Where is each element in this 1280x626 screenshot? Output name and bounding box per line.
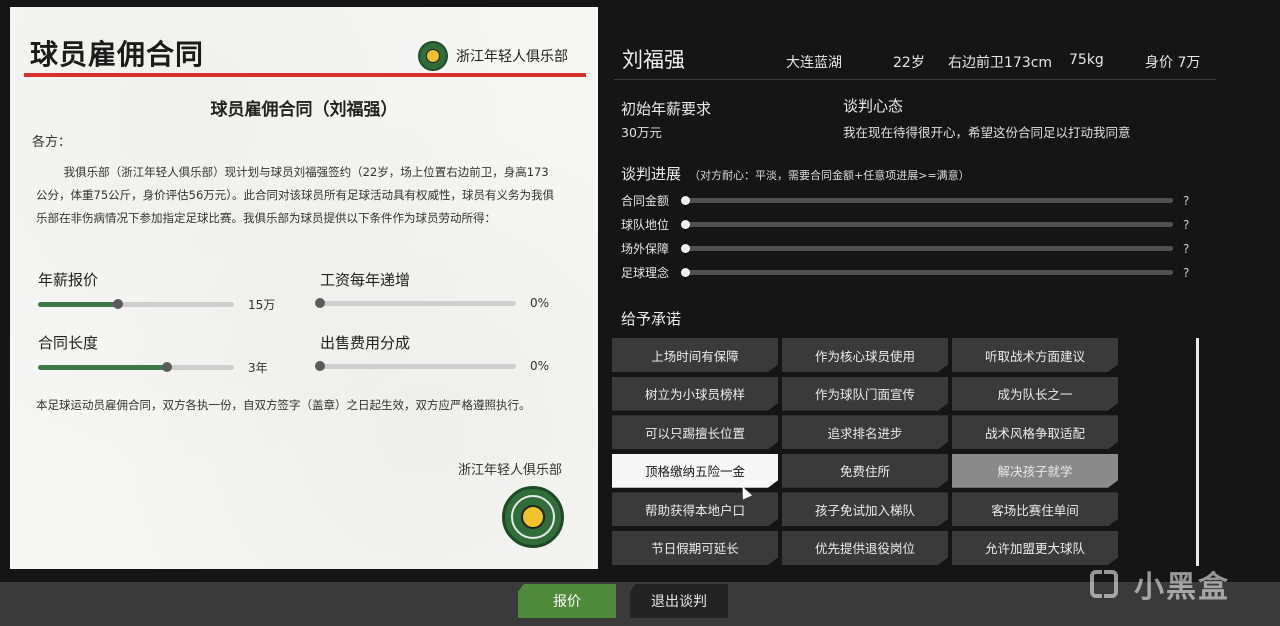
progress-unknown-mark: ? [1183,265,1190,280]
contract-heading: 球员雇佣合同（刘福强） [210,100,398,120]
promise-button[interactable]: 追求排名进步 [782,415,948,450]
progress-row-philosophy: 足球理念 ? [621,264,1189,281]
promise-button[interactable]: 战术风格争取适配 [952,415,1118,450]
promise-button[interactable]: 树立为小球员榜样 [612,376,778,411]
slider-label: 工资每年递增 [320,271,411,289]
contract-club-name: 浙江年轻人俱乐部 [456,49,568,65]
progress-item-label: 场外保障 [621,242,670,256]
slider-thumb[interactable] [162,362,173,372]
header-divider [614,79,1216,80]
promise-button[interactable]: 优先提供退役岗位 [782,530,948,565]
progress-label: 谈判进展 [621,165,682,183]
progress-bar [681,268,1173,277]
player-name: 刘福强 [622,48,685,72]
slider-thumb[interactable] [315,360,325,371]
player-weight: 75kg [1069,52,1104,68]
player-team: 大连蓝湖 [786,55,842,71]
slider-label: 出售费用分成 [320,334,411,352]
contract-footer: 本足球运动员雇佣合同，双方各执一份，自双方签字（盖章）之日起生效，双方应严格遵照… [36,398,531,412]
contract-paper: 球员雇佣合同 浙江年轻人俱乐部 球员雇佣合同（刘福强） 各方： 我俱乐部（浙江年… [10,7,598,569]
mood-value: 我在现在待得很开心，希望这份合同足以打动我同意 [843,125,1131,140]
salary-request-label: 初始年薪要求 [621,100,712,118]
player-value: 身价 7万 [1145,55,1201,71]
progress-marker [681,196,690,205]
heybox-logo-icon [1088,566,1126,602]
progress-marker [681,268,690,277]
slider-value: 0% [530,359,550,373]
slider-value: 0% [530,296,550,310]
progress-marker [681,220,690,229]
contract-signature: 浙江年轻人俱乐部 [457,463,562,478]
slider-track[interactable] [315,297,516,308]
contract-length-slider: 合同长度 3年 [38,332,308,376]
progress-unknown-mark: ? [1183,193,1190,208]
progress-row-contract: 合同金额 ? [621,192,1189,209]
annual-raise-slider: 工资每年递增 0% [315,269,590,310]
promise-button[interactable]: 上场时间有保障 [612,338,778,372]
promise-button[interactable]: 成为队长之一 [952,376,1118,411]
promise-button[interactable]: 孩子免试加入梯队 [782,492,948,527]
sell-on-fee-slider: 出售费用分成 0% [315,332,590,373]
slider-thumb[interactable] [113,299,124,309]
progress-row-offfield: 场外保障 ? [621,240,1189,257]
quit-negotiation-button[interactable]: 退出谈判 [630,584,728,618]
progress-bar [681,220,1173,229]
promise-button[interactable]: 允许加盟更大球队 [952,530,1118,565]
promise-button[interactable]: 节日假期可延长 [612,530,778,565]
promise-button[interactable]: 听取战术方面建议 [952,338,1118,372]
slider-thumb[interactable] [315,297,325,308]
club-badge-icon [418,41,448,71]
progress-marker [681,244,690,253]
slider-track[interactable] [38,362,234,372]
mood-label: 谈判心态 [843,97,904,115]
promise-button[interactable]: 顶格缴纳五险一金 [612,453,778,488]
progress-item-label: 球队地位 [621,218,670,232]
progress-bar [681,244,1173,253]
contract-greeting: 各方： [32,135,72,150]
slider-track[interactable] [38,299,234,309]
progress-note: （对方耐心：平淡，需要合同金额+任意项进展>=满意） [689,169,970,182]
promise-button[interactable]: 客场比赛住单间 [952,492,1118,527]
promise-scrollbar[interactable] [1196,338,1199,566]
promise-button[interactable]: 免费住所 [782,453,948,488]
promise-button[interactable]: 作为核心球员使用 [782,338,948,372]
progress-bar [681,196,1173,205]
progress-item-label: 足球理念 [621,266,670,280]
slider-label: 合同长度 [38,334,99,352]
watermark: 小黑盒 [1088,562,1230,606]
progress-row-status: 球队地位 ? [621,216,1189,233]
salary-request-value: 30万元 [621,125,662,140]
contract-title: 球员雇佣合同 [30,38,205,71]
club-seal-icon [502,486,564,548]
promise-button[interactable]: 解决孩子就学 [952,453,1118,488]
promise-button[interactable]: 可以只踢擅长位置 [612,415,778,450]
contract-club-header: 浙江年轻人俱乐部 [418,41,568,71]
slider-value: 3年 [248,361,268,375]
progress-unknown-mark: ? [1183,241,1190,256]
contract-body: 我俱乐部（浙江年轻人俱乐部）现计划与球员刘福强签约（22岁，场上位置右边前卫，身… [36,165,555,225]
salary-offer-slider: 年薪报价 15万 [38,269,308,313]
promise-grid: 上场时间有保障 作为核心球员使用 听取战术方面建议 树立为小球员榜样 作为球队门… [612,338,1118,565]
progress-unknown-mark: ? [1183,217,1190,232]
watermark-text: 小黑盒 [1134,570,1230,605]
title-divider [24,73,586,77]
slider-value: 15万 [248,298,276,312]
promise-button[interactable]: 作为球队门面宣传 [782,376,948,411]
promises-label: 给予承诺 [621,310,682,328]
progress-item-label: 合同金额 [621,194,670,208]
player-position-height: 右边前卫173cm [948,55,1053,71]
slider-track[interactable] [315,360,516,371]
offer-button[interactable]: 报价 [518,584,616,618]
progress-title: 谈判进展 （对方耐心：平淡，需要合同金额+任意项进展>=满意） [621,163,970,184]
slider-label: 年薪报价 [38,271,99,289]
player-age: 22岁 [893,55,925,71]
promise-button[interactable]: 帮助获得本地户口 [612,492,778,527]
